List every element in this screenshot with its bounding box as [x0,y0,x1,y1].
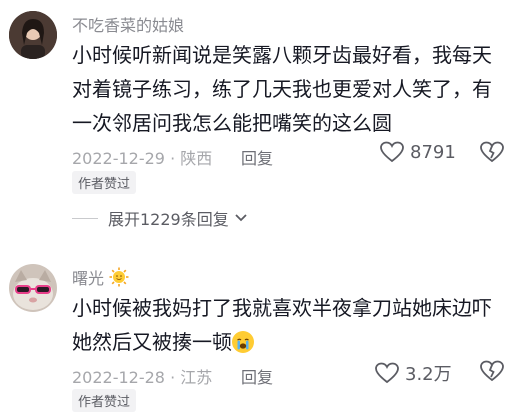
crying-face-emoji-icon [232,331,254,353]
comment-meta: 2022-12-29 · 陕西 [72,149,213,168]
dislike-button[interactable] [480,141,504,167]
author-liked-badge: 作者赞过 [72,389,137,412]
like-count: 8791 [410,141,456,163]
chevron-down-icon [235,214,247,222]
expand-replies-label: 展开1229条回复 [108,210,229,229]
heart-icon [380,141,404,163]
heart-icon [375,362,399,384]
comment-text: 小时候被我妈打了我就喜欢半夜拿刀站她床边吓她然后又被揍一顿 [72,291,508,359]
like-button[interactable]: 3.2万 [375,360,452,386]
reply-button[interactable]: 回复 [241,364,273,388]
like-count: 3.2万 [405,364,452,385]
like-button[interactable]: 8791 [380,141,456,163]
comment-username[interactable]: 不吃香菜的姑娘 [72,12,184,36]
expand-replies-button[interactable]: 展开1229条回复 [72,206,248,230]
sun-emoji-icon [109,267,129,287]
reply-button[interactable]: 回复 [241,145,273,169]
divider [72,217,98,219]
comment-date: 2022-12-28 [72,368,165,387]
dislike-button[interactable] [480,360,504,386]
author-liked-badge: 作者赞过 [72,171,137,194]
comment-content: 小时候被我妈打了我就喜欢半夜拿刀站她床边吓她然后又被揍一顿 [72,296,492,354]
avatar[interactable] [9,11,57,59]
comment-text: 小时候听新闻说是笑露八颗牙齿最好看，我每天对着镜子练习，练了几天我也更爱对人笑了… [72,38,508,140]
comment-location: 陕西 [180,149,213,168]
broken-heart-icon [480,360,504,382]
avatar-image [9,11,57,59]
comment-content: 小时候听新闻说是笑露八颗牙齿最好看，我每天对着镜子练习，练了几天我也更爱对人笑了… [72,43,492,135]
comment-meta: 2022-12-28 · 江苏 [72,368,213,387]
comment-location: 江苏 [180,368,213,387]
broken-heart-icon [480,141,504,163]
comment-username[interactable]: 曙光 [72,265,129,289]
comment-username-text: 曙光 [72,269,105,288]
avatar-image [9,264,57,312]
comment-date: 2022-12-29 [72,149,165,168]
avatar[interactable] [9,264,57,312]
